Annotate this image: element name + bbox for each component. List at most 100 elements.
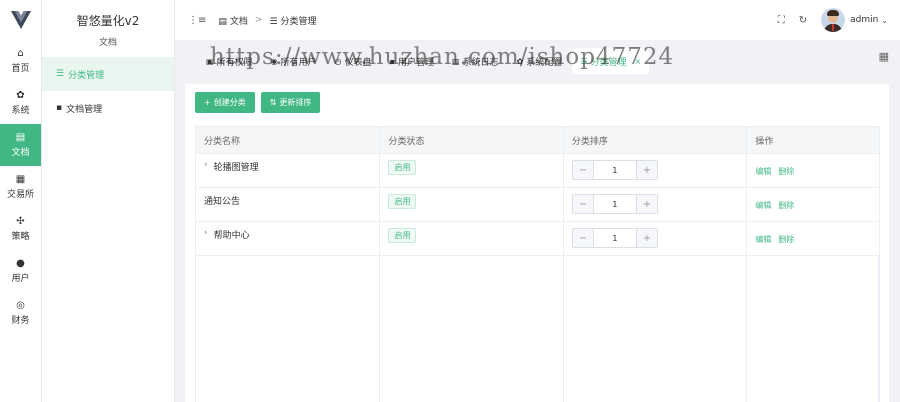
rail-item-label: 系统: [11, 106, 30, 116]
avatar[interactable]: [821, 8, 846, 32]
tabs-menu-icon[interactable]: ▦: [879, 50, 889, 63]
table-row: › 帮助中心 启用 −1 + 编辑 删除: [196, 222, 879, 256]
column-header-sort[interactable]: 分类排序: [564, 127, 748, 153]
user-name[interactable]: admin: [850, 15, 878, 25]
sort-stepper[interactable]: −1 +: [571, 228, 658, 248]
column-header-name[interactable]: 分类名称: [196, 127, 381, 153]
rail-item-finance[interactable]: ◎ 财务: [0, 292, 41, 334]
breadcrumb-separator: >: [254, 15, 263, 25]
tab-item[interactable]: ▪ 用户管理: [381, 48, 443, 74]
decrement-button[interactable]: −: [572, 229, 594, 247]
category-name-cell: › 轮播图管理: [196, 154, 381, 187]
file-icon: ▪: [56, 103, 63, 113]
category-status-cell: 启用: [380, 154, 564, 187]
rail-item-document[interactable]: ▤ 文档: [0, 124, 41, 166]
delete-link[interactable]: 删除: [778, 196, 794, 211]
toolbar: + 创建分类 ⇅ 更新排序: [195, 92, 326, 113]
chevron-down-icon[interactable]: ⌄: [881, 16, 888, 25]
tab-icon: ▣: [206, 56, 214, 66]
increment-button[interactable]: +: [635, 161, 657, 179]
sort-stepper[interactable]: −1 +: [571, 194, 658, 214]
table-row: › 轮播图管理 启用 −1 + 编辑 删除: [196, 154, 879, 188]
main-content: + 创建分类 ⇅ 更新排序 分类名称 分类状态 分类排序 操作 › 轮播图管理 启用…: [185, 84, 889, 402]
create-category-button[interactable]: + 创建分类: [195, 92, 255, 113]
tab-label: 仪表盘: [344, 57, 372, 68]
update-sort-label: 更新排序: [279, 98, 312, 107]
icon-rail: ⌂ 首页 ✿ 系统 ▤ 文档 ▦ 交易所 ✣ 策略 ● 用户 ◎ 财务: [0, 0, 42, 402]
gear-icon: ✿: [16, 90, 25, 101]
tab-item[interactable]: ◷ 仪表盘: [326, 48, 380, 74]
submenu-item[interactable]: ☰ 分类管理: [42, 57, 174, 91]
category-status-cell: 启用: [380, 188, 564, 221]
category-sort-cell: −1 +: [564, 188, 748, 221]
plus-icon: +: [204, 98, 211, 107]
delete-link[interactable]: 删除: [778, 230, 794, 245]
increment-button[interactable]: +: [635, 195, 657, 213]
expand-icon[interactable]: ›: [204, 160, 208, 170]
user-icon: ●: [16, 258, 25, 269]
rail-item-label: 首页: [11, 64, 30, 74]
edit-link[interactable]: 编辑: [755, 196, 771, 211]
category-table: 分类名称 分类状态 分类排序 操作 › 轮播图管理 启用 −1 + 编辑 删除 通知公告 启用 −…: [195, 126, 880, 402]
rail-item-exchange[interactable]: ▦ 交易所: [0, 166, 41, 208]
table-row: 通知公告 启用 −1 + 编辑 删除: [196, 188, 879, 222]
tab-bar: ▣ 所有权限 ◉ 所有用户 ◷ 仪表盘 ▪ 用户管理 ▥ 系统日志 ✿ 系统配置 ☰ 分类管理 × ▦: [175, 46, 900, 74]
sort-icon: ⇅: [269, 98, 277, 107]
rail-item-gear[interactable]: ✿ 系统: [0, 82, 41, 124]
document-icon: ▤: [218, 16, 227, 27]
rail-item-strategy[interactable]: ✣ 策略: [0, 208, 41, 250]
category-name: 轮播图管理: [213, 163, 259, 173]
finance-icon: ◎: [16, 300, 25, 311]
list-icon: ☰: [56, 69, 65, 79]
category-sort-cell: −1 +: [564, 222, 748, 255]
rail-item-home[interactable]: ⌂ 首页: [0, 40, 41, 82]
sort-value-input[interactable]: 1: [594, 229, 636, 247]
category-status-cell: 启用: [380, 222, 564, 255]
tab-icon: ✿: [516, 56, 524, 66]
rail-item-label: 财务: [11, 316, 30, 326]
sort-value-input[interactable]: 1: [594, 195, 636, 213]
rail-item-label: 策略: [11, 232, 30, 242]
collapse-menu-icon[interactable]: ⋮≡: [188, 15, 206, 26]
close-icon[interactable]: ×: [635, 57, 642, 66]
top-header: ⋮≡ ▤ 文档 > ☰ 分类管理 ⛶ ↻ admin ⌄: [175, 0, 900, 40]
tab-item[interactable]: ◉ 所有用户: [262, 48, 325, 74]
sort-value-input[interactable]: 1: [594, 161, 636, 179]
edit-link[interactable]: 编辑: [755, 162, 771, 177]
breadcrumb: ▤ 文档 > ☰ 分类管理: [218, 14, 316, 27]
tab-item[interactable]: ▥ 系统日志: [444, 48, 507, 74]
increment-button[interactable]: +: [635, 229, 657, 247]
decrement-button[interactable]: −: [572, 195, 594, 213]
tab-item[interactable]: ☰ 分类管理 ×: [572, 48, 650, 74]
breadcrumb-item[interactable]: ☰ 分类管理: [269, 14, 316, 27]
tab-icon: ▪: [389, 56, 395, 66]
column-header-actions[interactable]: 操作: [747, 127, 879, 153]
status-badge: 启用: [388, 160, 417, 175]
column-header-status[interactable]: 分类状态: [380, 127, 564, 153]
category-name-cell: 通知公告: [196, 188, 381, 221]
tab-label: 系统配置: [526, 57, 563, 68]
logo[interactable]: [0, 0, 41, 40]
status-badge: 启用: [388, 194, 417, 209]
tab-icon: ◉: [270, 56, 278, 66]
delete-link[interactable]: 删除: [778, 162, 794, 177]
breadcrumb-item[interactable]: ▤ 文档: [218, 14, 248, 27]
submenu-item[interactable]: ▪ 文档管理: [42, 91, 174, 125]
refresh-icon[interactable]: ↻: [799, 15, 807, 26]
submenu-item-label: 文档管理: [66, 104, 103, 115]
home-icon: ⌂: [17, 48, 24, 59]
edit-link[interactable]: 编辑: [755, 230, 771, 245]
breadcrumb-label: 文档: [229, 16, 248, 27]
tab-label: 所有权限: [216, 57, 253, 68]
expand-icon[interactable]: ›: [204, 228, 208, 238]
category-name: 通知公告: [204, 197, 241, 207]
tab-item[interactable]: ▣ 所有权限: [198, 48, 261, 74]
app-title: 智悠量化v2: [76, 14, 140, 28]
rail-item-user[interactable]: ● 用户: [0, 250, 41, 292]
update-sort-button[interactable]: ⇅ 更新排序: [260, 92, 321, 113]
sort-stepper[interactable]: −1 +: [571, 160, 658, 180]
actions-cell: 编辑 删除: [747, 188, 879, 221]
decrement-button[interactable]: −: [572, 161, 594, 179]
tab-item[interactable]: ✿ 系统配置: [508, 48, 571, 74]
fullscreen-icon[interactable]: ⛶: [778, 15, 785, 26]
